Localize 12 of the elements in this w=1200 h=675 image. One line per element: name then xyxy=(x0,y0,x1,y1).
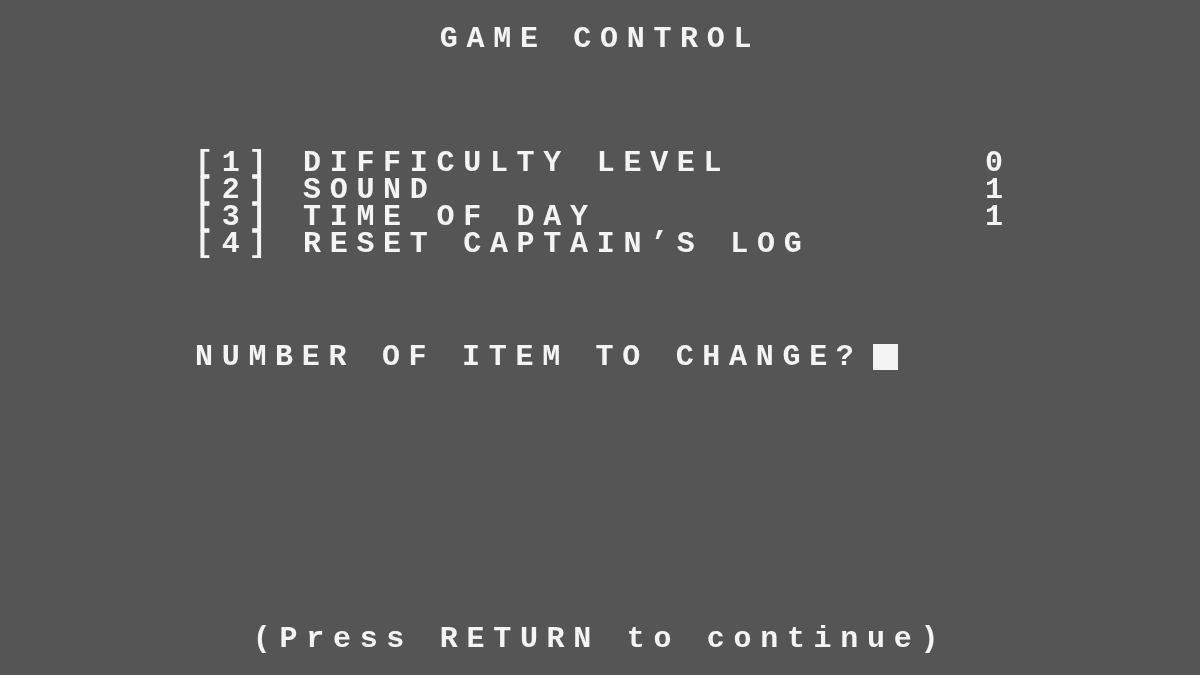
prompt-text: NUMBER OF ITEM TO CHANGE? xyxy=(195,343,863,371)
option-label: SOUND xyxy=(303,177,437,204)
option-label: RESET CAPTAIN’S LOG xyxy=(303,231,812,258)
option-key: [4] xyxy=(195,231,303,258)
screen-title: GAME CONTROL xyxy=(439,22,761,56)
option-key: [1] xyxy=(195,150,303,177)
option-value: 1 xyxy=(985,177,1013,204)
option-label: TIME OF DAY xyxy=(303,204,597,231)
option-label: DIFFICULTY LEVEL xyxy=(303,150,732,177)
continue-hint: (Press RETURN to continue) xyxy=(252,622,948,656)
option-value: 0 xyxy=(985,150,1013,177)
option-value: 1 xyxy=(985,204,1013,231)
